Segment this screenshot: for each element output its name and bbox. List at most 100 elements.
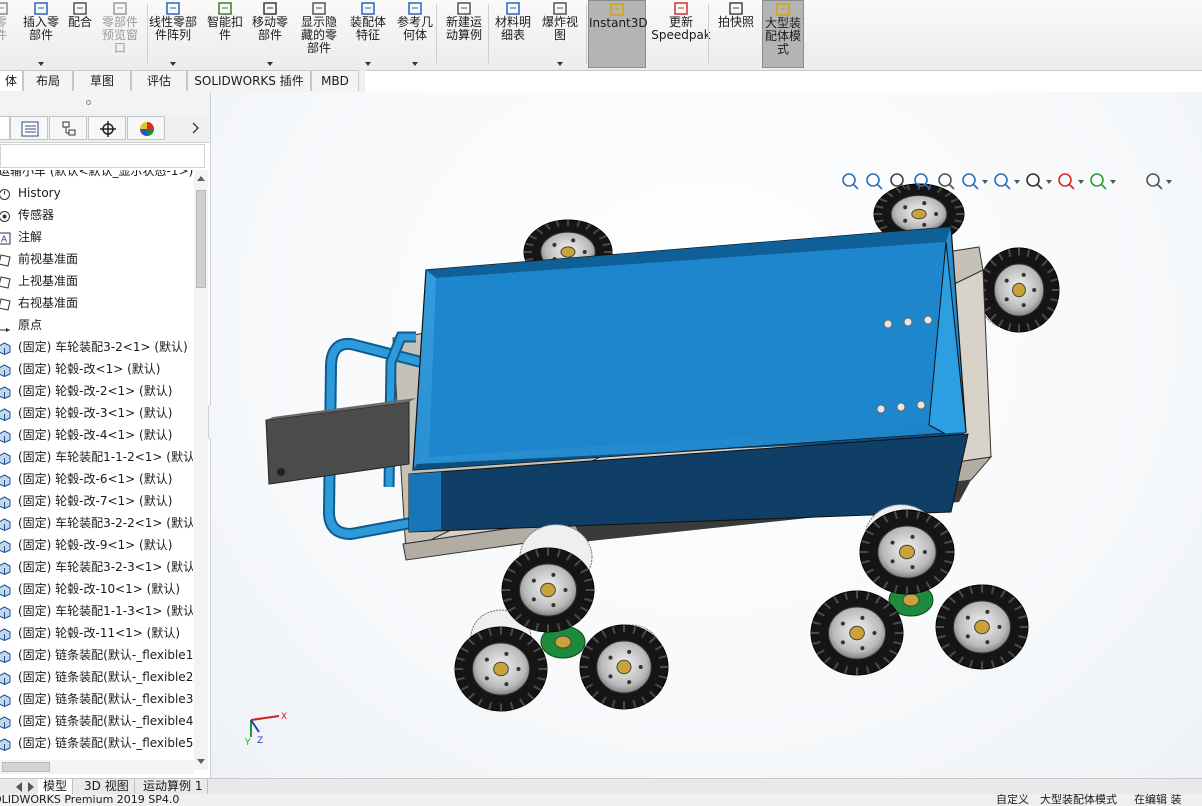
dropdown-arrow-icon[interactable]: [982, 180, 988, 184]
zoom-to-fit-icon[interactable]: [841, 172, 861, 192]
linear-pattern-button[interactable]: 线性零部 件阵列: [144, 0, 202, 68]
tab-dimxpert[interactable]: [88, 116, 126, 140]
dropdown-arrow-icon[interactable]: [1110, 180, 1116, 184]
apply-scene-icon[interactable]: [1089, 172, 1116, 192]
exploded-view-button[interactable]: 爆炸视 图: [536, 0, 584, 68]
assembly-features-icon: [360, 2, 376, 15]
scroll-up-icon[interactable]: [197, 176, 205, 181]
view-settings-icon[interactable]: [1145, 172, 1172, 192]
configuration-icon: [62, 121, 76, 136]
bom-icon: [505, 2, 521, 15]
assembly-features-button[interactable]: 装配体 特征: [346, 0, 390, 68]
new-motion-study-button[interactable]: 新建运 动算例: [440, 0, 488, 68]
tab-property-manager[interactable]: [10, 116, 48, 140]
smart-fasteners-button[interactable]: 智能扣 件: [204, 0, 246, 68]
svg-text:A: A: [1, 235, 8, 245]
dropdown-arrow-icon[interactable]: [557, 62, 563, 66]
tree-item-label: 原点: [18, 318, 43, 332]
component-preview-icon: [112, 2, 128, 15]
tree-item-label: (固定) 轮毂-改-7<1> (默认): [18, 494, 173, 508]
instant3d-icon: [609, 3, 625, 16]
view-orientation-icon[interactable]: [961, 172, 988, 192]
tab-evaluate[interactable]: 评估: [131, 70, 187, 91]
tree-item-label: 前视基准面: [18, 252, 79, 266]
dropdown-arrow-icon[interactable]: [38, 62, 44, 66]
part-icon: [0, 714, 11, 730]
large-assembly-mode-button[interactable]: 大型装 配体模 式: [762, 0, 804, 68]
bom-button[interactable]: 材料明 细表: [490, 0, 536, 68]
part-icon: [0, 670, 11, 686]
update-speedpak-label: 更新 Speedpak: [651, 15, 711, 42]
dropdown-arrow-icon[interactable]: [1014, 180, 1020, 184]
scroll-down-icon[interactable]: [197, 759, 205, 764]
zoom-to-area-icon[interactable]: [865, 172, 885, 192]
linear-pattern-label: 线性零部 件阵列: [148, 15, 197, 42]
take-snapshot-button[interactable]: 拍快照: [714, 0, 758, 68]
tab-feature-manager[interactable]: [0, 116, 10, 140]
tree-item-label: (固定) 车轮装配3-2-3<1> (默认): [18, 560, 193, 574]
tree-vertical-scrollbar[interactable]: [194, 170, 208, 770]
exploded-view-icon: [552, 2, 568, 15]
tab-configuration-manager[interactable]: [49, 116, 87, 140]
tree-horizontal-scrollbar[interactable]: [0, 760, 194, 774]
tab-solidworks-addins[interactable]: SOLIDWORKS 插件: [187, 70, 311, 91]
dropdown-arrow-icon[interactable]: [365, 62, 371, 66]
assembly-features-label: 装配体 特征: [349, 15, 386, 42]
part-icon: [0, 560, 11, 576]
scroll-thumb[interactable]: [196, 190, 206, 288]
history-icon: [0, 186, 11, 200]
tab-layout[interactable]: 布局: [23, 70, 73, 91]
dropdown-arrow-icon[interactable]: [1046, 180, 1052, 184]
tab-model[interactable]: 模型: [38, 779, 74, 794]
reference-geometry-icon: [407, 2, 423, 15]
status-custom[interactable]: 自定义: [996, 794, 1029, 806]
dropdown-arrow-icon[interactable]: [1078, 180, 1084, 184]
nav-first-icon[interactable]: [14, 780, 24, 793]
chevron-right-icon[interactable]: [192, 122, 200, 134]
tab-sketch[interactable]: 草图: [73, 70, 131, 91]
tree-item-label: 上视基准面: [18, 274, 79, 288]
move-component-button[interactable]: 移动零 部件: [248, 0, 292, 68]
previous-view-icon[interactable]: [889, 172, 909, 192]
insert-partial-button[interactable]: 零 件: [0, 0, 16, 68]
dropdown-arrow-icon[interactable]: [1166, 180, 1172, 184]
ribbon-separator: [436, 4, 437, 64]
part-icon: [0, 494, 11, 510]
tab-mbd[interactable]: MBD: [311, 70, 359, 91]
tree-filter-input[interactable]: [0, 144, 205, 168]
show-hidden-button[interactable]: 显示隐 藏的零 部件: [296, 0, 342, 68]
tab-assembly[interactable]: 体: [0, 70, 23, 91]
display-style-icon[interactable]: [993, 172, 1020, 192]
dynamic-annotation-icon[interactable]: [937, 172, 957, 192]
model-3d-view[interactable]: X Y Z: [211, 92, 1202, 778]
mate-button[interactable]: 配合: [64, 0, 96, 68]
tree-item-label: (固定) 轮毂-改<1> (默认): [18, 362, 161, 376]
dropdown-arrow-icon[interactable]: [412, 62, 418, 66]
status-bar: SOLIDWORKS Premium 2019 SP4.0 自定义 大型装配体模…: [0, 794, 1202, 806]
component-preview-button[interactable]: 零部件 预览窗 口: [98, 0, 142, 68]
tree-item-label: (固定) 链条装配(默认-_flexible3): [18, 692, 193, 706]
dropdown-arrow-icon[interactable]: [170, 62, 176, 66]
status-product: SOLIDWORKS Premium 2019 SP4.0: [0, 794, 180, 806]
instant3d-button[interactable]: Instant3D: [588, 0, 648, 68]
nav-prev-icon[interactable]: [26, 780, 36, 793]
dropdown-arrow-icon[interactable]: [267, 62, 273, 66]
hide-show-items-icon[interactable]: [1025, 172, 1052, 192]
tab-3d-views[interactable]: 3D 视图: [79, 779, 135, 794]
smart-fasteners-label: 智能扣 件: [206, 15, 243, 42]
panel-grip[interactable]: [0, 92, 210, 114]
part-icon: [0, 516, 11, 532]
reference-geometry-button[interactable]: 参考几 何体: [392, 0, 438, 68]
hscroll-thumb[interactable]: [2, 762, 50, 772]
tree-item-label: 运输小车 (默认<默认_显示状态-1>): [0, 170, 193, 178]
update-speedpak-button[interactable]: 更新 Speedpak: [650, 0, 712, 68]
section-view-icon[interactable]: [913, 172, 933, 192]
tree-item-label: (固定) 轮毂-改-10<1> (默认): [18, 582, 181, 596]
tab-motion-study-1[interactable]: 运动算例 1: [138, 779, 209, 794]
edit-appearance-icon[interactable]: [1057, 172, 1084, 192]
graphics-area[interactable]: X Y Z: [211, 92, 1202, 778]
tree-item-label: 注解: [18, 230, 43, 244]
part-icon: [0, 736, 11, 752]
insert-component-button[interactable]: 插入零 部件: [18, 0, 64, 68]
tab-display-manager[interactable]: [127, 116, 165, 140]
